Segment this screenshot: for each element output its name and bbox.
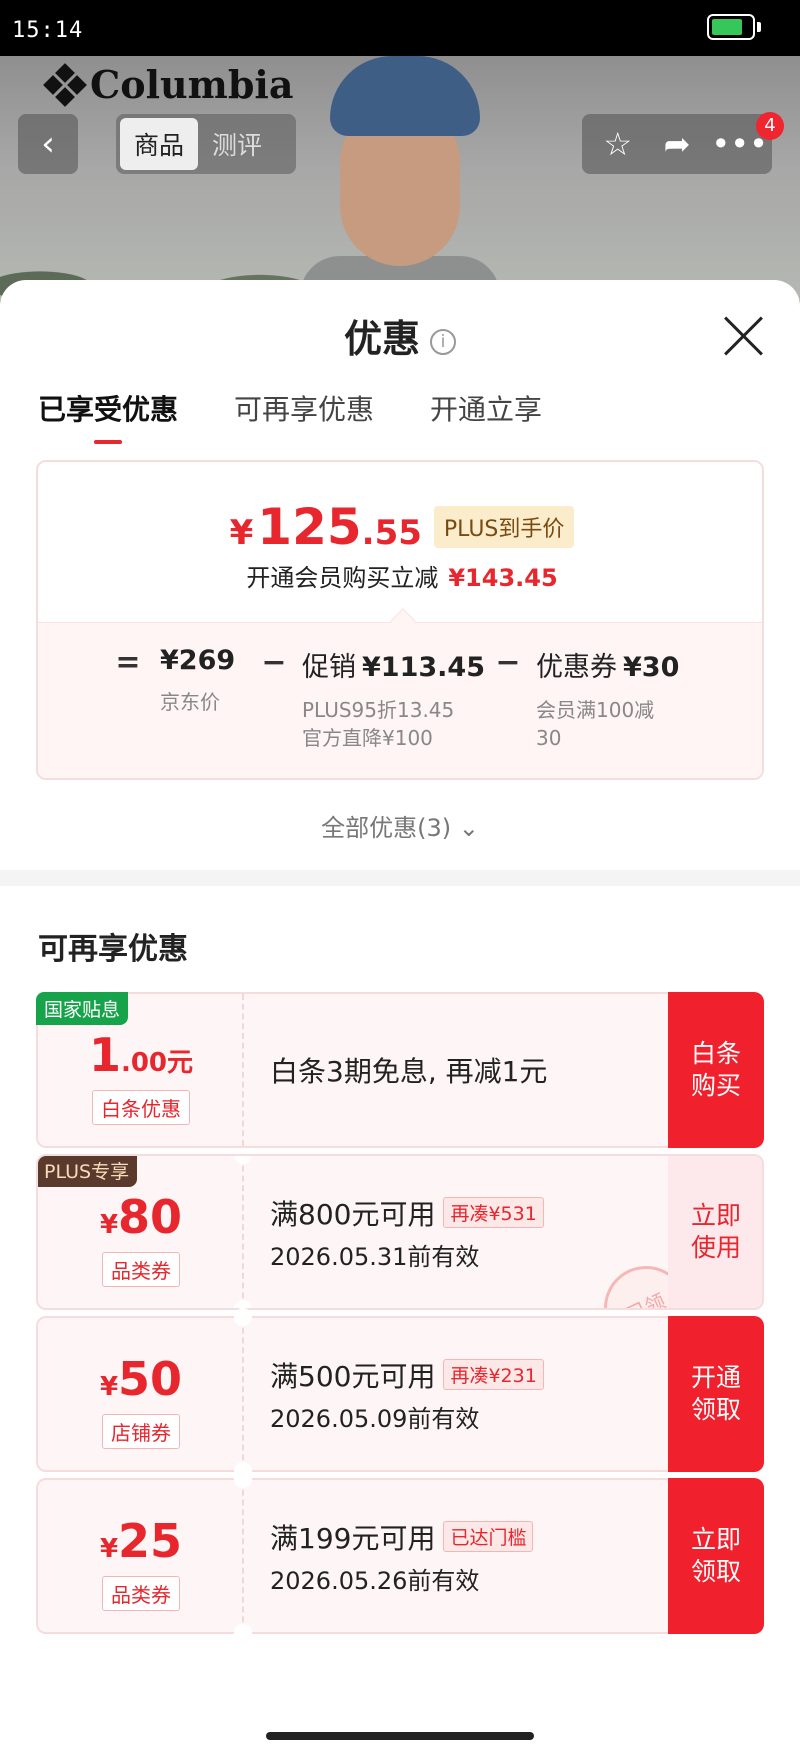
coupon-condition: 白条3期免息, 再减1元 xyxy=(270,1055,548,1088)
coupon-type: 品类券 xyxy=(102,1252,180,1287)
sheet-title: 优惠 i xyxy=(0,308,800,363)
final-price: ¥125.55 xyxy=(229,498,422,556)
price-formula-area: = ¥269 京东价 − 促销 ¥113.45 PLUS95折13.45 官方直降¥… xyxy=(38,622,762,778)
formula-item-promotion: 促销 ¥113.45 PLUS95折13.45 官方直降¥100 xyxy=(302,652,485,750)
coupon-condition: 满199元可用 已达门槛 xyxy=(270,1517,690,1557)
coupon-validity: 2026.05.31前有效 xyxy=(270,1242,480,1271)
coupon-validity: 2026.05.09前有效 xyxy=(270,1404,480,1433)
tab-product[interactable]: 商品 xyxy=(120,118,199,170)
header-actions: ☆ ➦ ••• xyxy=(582,114,772,174)
section-title: 可再享优惠 xyxy=(38,932,188,967)
more-icon[interactable]: ••• xyxy=(711,125,768,163)
minus-sign-2: − xyxy=(495,645,521,680)
coupon-validity: 2026.05.26前有效 xyxy=(270,1566,480,1595)
coupon-action-button[interactable]: 立即 领取 xyxy=(668,1478,764,1634)
coupon-amount: 1.00元 xyxy=(88,1028,194,1082)
battery-icon xyxy=(707,14,755,40)
coupon-amount: ¥80 xyxy=(99,1190,183,1244)
battery-cap xyxy=(757,22,761,32)
tab-activate-offers[interactable]: 开通立享 xyxy=(430,388,542,444)
section-divider xyxy=(0,870,800,886)
status-bar: 15:14 xyxy=(0,0,800,56)
sheet-title-text: 优惠 xyxy=(343,317,420,361)
coupon-condition: 满800元可用 再凑¥531 xyxy=(270,1193,690,1233)
chevron-left-icon: ‹ xyxy=(41,124,55,164)
equals-sign: = xyxy=(115,645,141,680)
saving-amount: ¥143.45 xyxy=(448,564,558,592)
coupon-type: 品类券 xyxy=(102,1576,180,1611)
coupon-corner-label: PLUS专享 xyxy=(38,1156,138,1187)
share-icon[interactable]: ➦ xyxy=(652,125,702,163)
coupon-card: ¥50 店铺券 满500元可用 再凑¥231 2026.05.09前有效 开通 领取 xyxy=(36,1308,764,1480)
notification-badge: 4 xyxy=(756,112,784,140)
home-indicator[interactable] xyxy=(266,1732,534,1740)
chevron-down-icon: ⌄ xyxy=(458,814,479,842)
coupon-action-button[interactable]: 开通 领取 xyxy=(668,1316,764,1472)
model-cap xyxy=(330,56,480,136)
coupon-amount: ¥50 xyxy=(99,1352,183,1406)
coupon-type: 白条优惠 xyxy=(92,1090,190,1125)
plus-price-tag: PLUS到手价 xyxy=(433,506,575,548)
tab-review[interactable]: 测评 xyxy=(198,118,276,170)
star-icon[interactable]: ☆ xyxy=(593,125,643,163)
tab-more-offers[interactable]: 可再享优惠 xyxy=(234,388,374,444)
close-button[interactable] xyxy=(722,314,766,358)
coupon-card: ¥80 品类券 PLUS专享 满800元可用 再凑¥531 2026.05.31前… xyxy=(36,1154,764,1310)
all-offers-toggle[interactable]: 全部优惠(3) ⌄ xyxy=(0,808,800,843)
coupon-card: 1.00元 白条优惠 国家贴息 白条3期免息, 再减1元 白条 购买 xyxy=(36,992,764,1148)
formula-item-coupon: 优惠券 ¥30 会员满100减 30 xyxy=(536,652,680,750)
brand-mark-icon xyxy=(43,62,87,107)
coupon-tag: 再凑¥531 xyxy=(443,1197,544,1228)
brand-logo: Columbia xyxy=(43,62,294,107)
coupon-card: ¥25 品类券 满199元可用 已达门槛 2026.05.26前有效 立即 领取 xyxy=(36,1470,764,1642)
coupon-tag: 已达门槛 xyxy=(443,1521,534,1552)
minus-sign: − xyxy=(261,645,287,680)
coupon-action-button[interactable]: 立即 使用 xyxy=(668,1156,762,1308)
formula-item-jd-price: ¥269 京东价 xyxy=(160,645,236,714)
price-subtitle: 开通会员购买立减 ¥143.45 xyxy=(246,564,558,592)
info-icon[interactable]: i xyxy=(430,328,456,355)
offer-tabs: 已享受优惠 可再享优惠 开通立享 xyxy=(38,388,542,444)
coupon-tag: 再凑¥231 xyxy=(443,1359,544,1390)
coupon-action-button[interactable]: 白条 购买 xyxy=(668,992,764,1148)
coupon-condition: 满500元可用 再凑¥231 xyxy=(270,1355,690,1395)
coupon-corner-label: 国家贴息 xyxy=(36,992,129,1025)
tab-enjoyed-offers[interactable]: 已享受优惠 xyxy=(38,388,178,444)
price-breakdown-card: ¥125.55 PLUS到手价 开通会员购买立减 ¥143.45 = ¥269 京东… xyxy=(36,460,764,780)
back-button[interactable]: ‹ xyxy=(18,114,78,174)
coupon-type: 店铺券 xyxy=(102,1414,180,1449)
offers-sheet: 优惠 i 已享受优惠 可再享优惠 开通立享 ¥125.55 PLUS到手价 开通会员… xyxy=(0,280,800,1760)
brand-name: Columbia xyxy=(90,62,294,107)
coupon-amount: ¥25 xyxy=(99,1514,183,1568)
status-time: 15:14 xyxy=(12,18,84,43)
header-tabs: 商品 测评 xyxy=(116,114,296,174)
